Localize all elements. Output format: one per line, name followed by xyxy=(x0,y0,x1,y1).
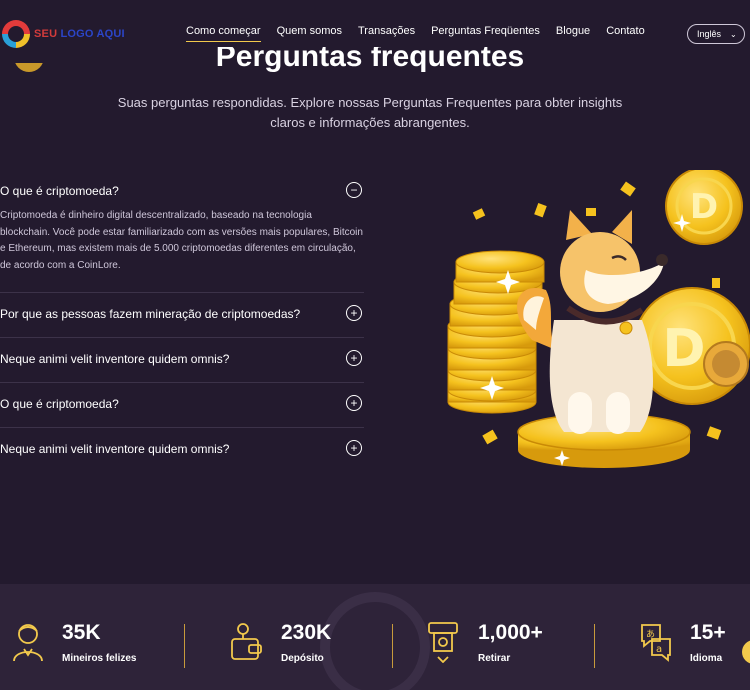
plus-circle-icon[interactable]: + xyxy=(346,440,362,456)
svg-text:D: D xyxy=(690,187,718,227)
person-icon xyxy=(13,624,43,662)
divider xyxy=(594,624,595,668)
svg-text:あ: あ xyxy=(646,629,655,640)
divider xyxy=(392,624,393,668)
site-logo[interactable]: SEU LOGO AQUI xyxy=(0,20,125,48)
stat-label: Depósito xyxy=(281,653,324,664)
faq-question[interactable]: Neque animi velit inventore quidem omnis… xyxy=(0,338,364,382)
faq-item: Neque animi velit inventore quidem omnis… xyxy=(0,338,364,383)
stats-bar: 35K Mineiros felizes 230K Depósito 1,000… xyxy=(0,584,750,690)
faq-item: O que é criptomoeda? + xyxy=(0,383,364,428)
faq-answer: Criptomoeda é dinheiro digital descentra… xyxy=(0,210,363,271)
faq-list: O que é criptomoeda? − Criptomoeda é din… xyxy=(0,170,364,472)
faq-subtitle: Suas perguntas respondidas. Explore noss… xyxy=(117,95,623,130)
stat-happy-miners: 35K Mineiros felizes xyxy=(10,621,136,664)
stat-label: Mineiros felizes xyxy=(62,653,137,664)
plus-circle-icon[interactable]: + xyxy=(346,350,362,366)
logo-text: SEU LOGO AQUI xyxy=(34,28,125,40)
language-select[interactable]: Inglês ⌄ xyxy=(687,24,745,44)
plus-circle-icon[interactable]: + xyxy=(346,395,362,411)
nav-link-como-comecar[interactable]: Como começar xyxy=(186,25,261,42)
chevron-down-icon: ⌄ xyxy=(730,29,737,39)
minus-circle-icon[interactable]: − xyxy=(346,182,362,198)
stat-languages: あ a 15+ Idioma xyxy=(638,621,726,664)
nav-link-quem-somos[interactable]: Quem somos xyxy=(277,25,342,42)
faq-question[interactable]: Neque animi velit inventore quidem omnis… xyxy=(0,428,364,472)
language-select-value: Inglês xyxy=(697,29,722,39)
main-menu: Como começar Quem somos Transações Pergu… xyxy=(186,25,645,42)
logo-mark-icon xyxy=(2,20,30,48)
faq-item: O que é criptomoeda? − Criptomoeda é din… xyxy=(0,170,364,293)
faq-item: Por que as pessoas fazem mineração de cr… xyxy=(0,293,364,338)
nav-link-contato[interactable]: Contato xyxy=(606,25,645,42)
language-icon: あ a xyxy=(641,624,671,662)
svg-text:D: D xyxy=(662,319,705,379)
nav-link-blogue[interactable]: Blogue xyxy=(556,25,590,42)
stat-value: 15+ xyxy=(690,621,726,644)
stat-withdraw: 1,000+ Retirar xyxy=(426,621,543,664)
divider xyxy=(184,624,185,668)
atm-withdraw-icon xyxy=(428,622,458,663)
faq-question[interactable]: O que é criptomoeda? xyxy=(0,383,364,427)
background-coin-icon xyxy=(320,592,430,690)
stat-label: Retirar xyxy=(478,653,511,664)
stat-value: 230K xyxy=(281,621,332,644)
faq-item: Neque animi velit inventore quidem omnis… xyxy=(0,428,364,472)
nav-link-transacoes[interactable]: Transações xyxy=(358,25,415,42)
wallet-icon xyxy=(231,623,262,660)
nav-link-perguntas[interactable]: Perguntas Freqüentes xyxy=(431,25,540,42)
svg-text:a: a xyxy=(656,644,662,655)
stat-value: 1,000+ xyxy=(478,621,543,644)
doge-coins-illustration: D D xyxy=(447,170,750,468)
stat-deposit: 230K Depósito xyxy=(229,621,331,664)
plus-circle-icon[interactable]: + xyxy=(346,305,362,321)
faq-question[interactable]: Por que as pessoas fazem mineração de cr… xyxy=(0,293,364,337)
faq-title: Perguntas frequentes xyxy=(215,47,525,73)
stat-value: 35K xyxy=(62,621,101,644)
stat-label: Idioma xyxy=(690,653,723,664)
